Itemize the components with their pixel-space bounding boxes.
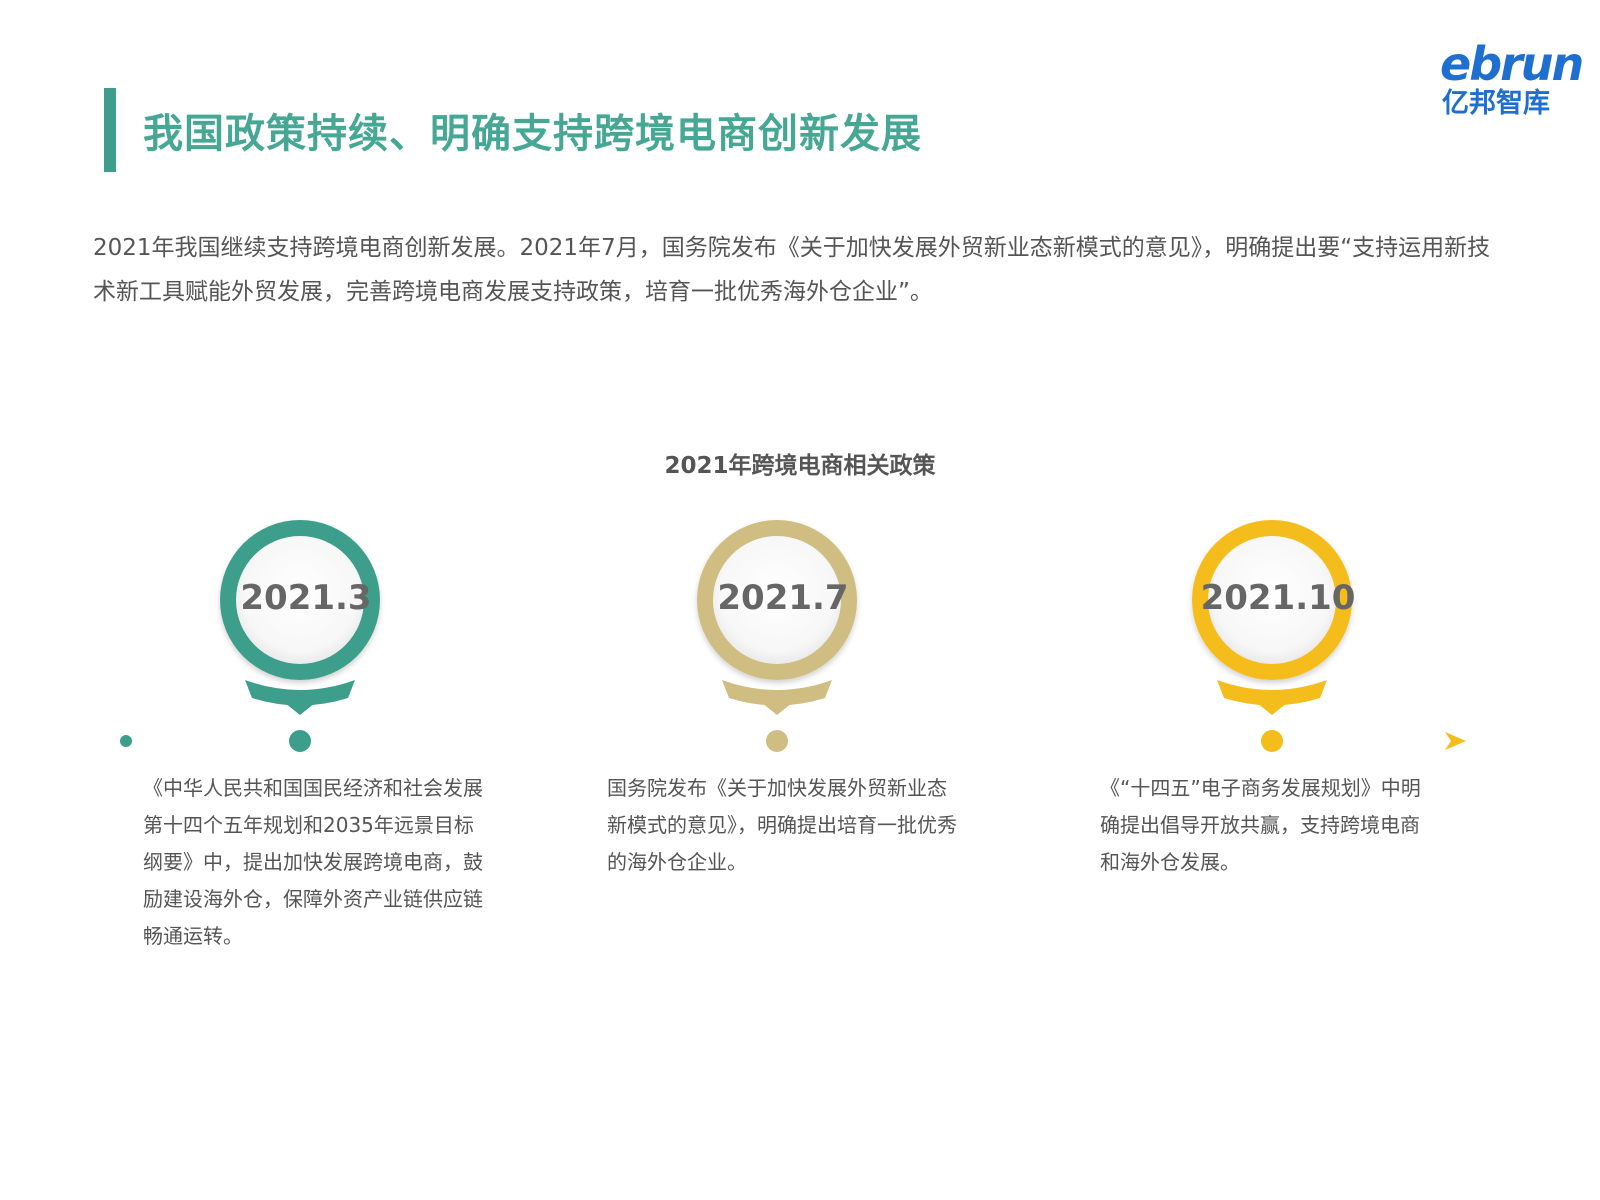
- timeline-start-dot: [120, 735, 132, 747]
- timeline-marker-1: [220, 520, 380, 752]
- event-description-1: 《中华人民共和国国民经济和社会发展第十四个五年规划和2035年远景目标纲要》中，…: [143, 776, 483, 948]
- timeline-marker-2: [697, 520, 857, 752]
- event-description-2: 国务院发布《关于加快发展外贸新业态新模式的意见》，明确提出培育一批优秀的海外仓企…: [607, 776, 957, 874]
- event-date-1: 2021.3: [240, 578, 372, 618]
- event-date-2: 2021.7: [717, 578, 849, 618]
- timeline-marker-3: [1192, 520, 1352, 752]
- event-date-3: 2021.10: [1200, 578, 1356, 618]
- event-description-3: 《“十四五”电子商务发展规划》中明确提出倡导开放共赢，支持跨境电商和海外仓发展。: [1100, 776, 1421, 874]
